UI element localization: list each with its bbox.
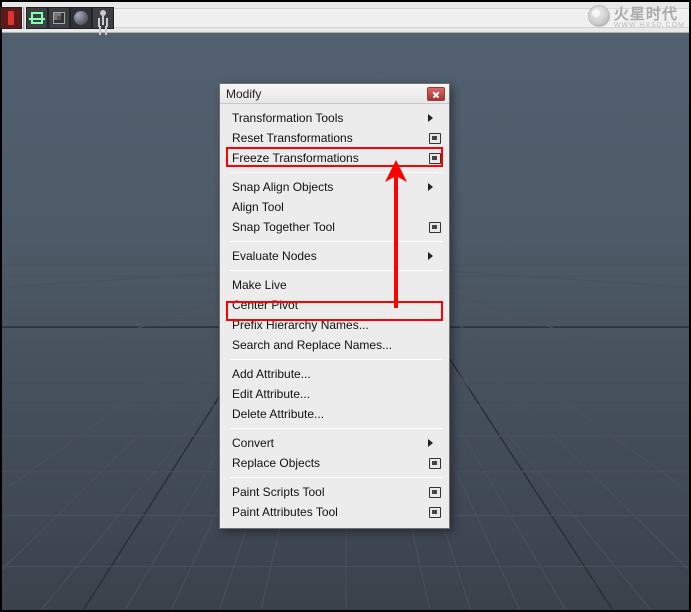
- watermark-logo-icon: [588, 5, 610, 27]
- menu-item-label: Freeze Transformations: [232, 151, 429, 165]
- menu-item-label: Align Tool: [232, 200, 443, 214]
- submenu-arrow-icon: [428, 439, 433, 447]
- menu-item[interactable]: Edit Attribute...: [220, 384, 449, 404]
- watermark: 火星时代 WWW.HXSD.COM: [588, 3, 685, 29]
- menu-item[interactable]: Transformation Tools: [220, 108, 449, 128]
- close-icon[interactable]: [427, 87, 445, 101]
- menu-item[interactable]: Evaluate Nodes: [220, 246, 449, 266]
- shelf-separator: [23, 7, 25, 29]
- menu-item-label: Transformation Tools: [232, 111, 428, 125]
- menu-item[interactable]: Search and Replace Names...: [220, 335, 449, 355]
- menu-separator: [230, 359, 443, 360]
- shelf-icon-1[interactable]: [0, 7, 22, 29]
- menu-item-label: Snap Align Objects: [232, 180, 428, 194]
- watermark-brand: 火星时代: [614, 6, 678, 23]
- menu-separator: [230, 477, 443, 478]
- menu-titlebar[interactable]: Modify: [220, 84, 449, 104]
- menu-item-label: Search and Replace Names...: [232, 338, 443, 352]
- submenu-arrow-icon: [428, 183, 433, 191]
- menu-item[interactable]: Paint Attributes Tool: [220, 502, 449, 522]
- menu-item[interactable]: Make Live: [220, 275, 449, 295]
- menu-item-label: Evaluate Nodes: [232, 249, 428, 263]
- submenu-arrow-icon: [428, 114, 433, 122]
- menu-item[interactable]: Align Tool: [220, 197, 449, 217]
- option-box-icon[interactable]: [429, 222, 441, 233]
- menu-item[interactable]: Snap Align Objects: [220, 177, 449, 197]
- shelf-icon-2[interactable]: [26, 7, 48, 29]
- menu-item-label: Snap Together Tool: [232, 220, 429, 234]
- top-toolbar: 火星时代 WWW.HXSD.COM: [0, 0, 691, 33]
- option-box-icon[interactable]: [429, 458, 441, 469]
- menu-item-label: Edit Attribute...: [232, 387, 443, 401]
- menu-item[interactable]: Center Pivot: [220, 295, 449, 315]
- menu-item-label: Reset Transformations: [232, 131, 429, 145]
- menu-item-label: Paint Scripts Tool: [232, 485, 429, 499]
- menu-item-label: Replace Objects: [232, 456, 429, 470]
- menu-item-label: Make Live: [232, 278, 443, 292]
- menu-item-label: Convert: [232, 436, 428, 450]
- menu-separator: [230, 428, 443, 429]
- option-box-icon[interactable]: [429, 487, 441, 498]
- submenu-arrow-icon: [428, 252, 433, 260]
- shelf-icon-4[interactable]: [70, 7, 92, 29]
- menu-item-label: Add Attribute...: [232, 367, 443, 381]
- shelf: [0, 5, 114, 30]
- option-box-icon[interactable]: [429, 133, 441, 144]
- menu-item[interactable]: Convert: [220, 433, 449, 453]
- menu-item-label: Prefix Hierarchy Names...: [232, 318, 443, 332]
- menu-item[interactable]: Freeze Transformations: [220, 148, 449, 168]
- menu-item[interactable]: Reset Transformations: [220, 128, 449, 148]
- shelf-icon-5[interactable]: [92, 7, 114, 29]
- option-box-icon[interactable]: [429, 153, 441, 164]
- modify-menu: Modify Transformation Tools Reset Transfo…: [219, 83, 450, 529]
- menu-separator: [230, 241, 443, 242]
- menu-item-label: Delete Attribute...: [232, 407, 443, 421]
- option-box-icon[interactable]: [429, 507, 441, 518]
- watermark-url: WWW.HXSD.COM: [614, 22, 685, 29]
- menu-item[interactable]: Paint Scripts Tool: [220, 482, 449, 502]
- menu-item[interactable]: Add Attribute...: [220, 364, 449, 384]
- menu-item[interactable]: Delete Attribute...: [220, 404, 449, 424]
- menu-body: Transformation Tools Reset Transformation…: [220, 104, 449, 528]
- menu-item-label: Paint Attributes Tool: [232, 505, 429, 519]
- menu-title-text: Modify: [226, 87, 261, 101]
- menu-item[interactable]: Prefix Hierarchy Names...: [220, 315, 449, 335]
- menu-item[interactable]: Replace Objects: [220, 453, 449, 473]
- menu-item[interactable]: Snap Together Tool: [220, 217, 449, 237]
- menu-item-label: Center Pivot: [232, 298, 443, 312]
- shelf-icon-3[interactable]: [48, 7, 70, 29]
- menu-separator: [230, 270, 443, 271]
- menu-separator: [230, 172, 443, 173]
